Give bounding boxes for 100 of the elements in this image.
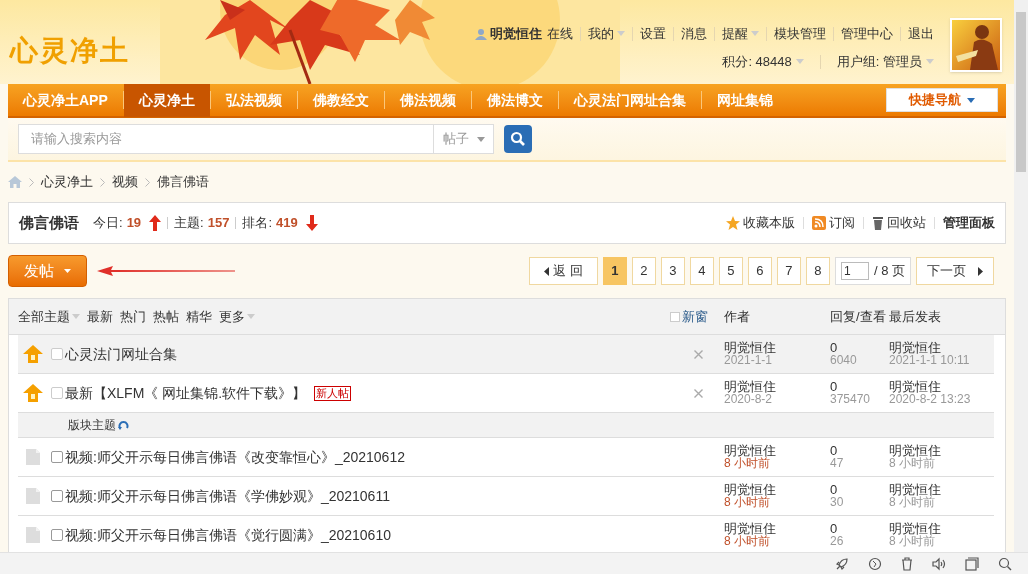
user-group-link[interactable]: 用户组: 管理员: [836, 52, 934, 72]
forum-action-link[interactable]: 收藏本版: [726, 213, 795, 233]
star-icon: [726, 216, 740, 230]
user-menu-link[interactable]: 模块管理: [774, 24, 826, 44]
username-link[interactable]: 明觉恒住: [490, 24, 542, 44]
thread-title-link[interactable]: 最新【XLFM《 网址集锦.软件下载》】: [65, 382, 307, 404]
table-cell-text: 明觉恒住: [889, 341, 942, 354]
back-button[interactable]: 返 回: [529, 257, 598, 285]
document-icon: [23, 487, 43, 505]
breadcrumb-link[interactable]: 视频: [112, 172, 138, 192]
table-cell-text: 明觉恒住: [889, 444, 942, 457]
caret-icon: [477, 136, 485, 142]
table-cell-text: 30: [830, 496, 845, 509]
page-number-link[interactable]: 2: [631, 257, 656, 285]
stat-value: 19: [126, 214, 142, 233]
speaker-icon[interactable]: [932, 556, 946, 571]
user-menu-link[interactable]: 管理中心: [841, 24, 893, 44]
page-number-link[interactable]: 3: [660, 257, 685, 285]
scrollbar[interactable]: [1014, 0, 1028, 552]
filter-link[interactable]: 热帖: [153, 306, 179, 327]
home-icon[interactable]: [8, 176, 22, 188]
caret-icon: [926, 59, 934, 65]
table-cell-text: 0: [830, 380, 839, 393]
table-cell-text: 8 小时前: [889, 496, 935, 509]
user-menu-link[interactable]: 设置: [640, 24, 666, 44]
table-cell-text: 2020-8-2 13:23: [889, 393, 972, 406]
thread-title-link[interactable]: 视频:师父开示每日佛言佛语《改变靠恒心》_20210612: [65, 446, 405, 468]
new-thread-badge: 新人帖: [314, 385, 352, 401]
filter-link[interactable]: 精华: [186, 306, 212, 327]
document-icon: [23, 448, 43, 466]
page-number-link[interactable]: 4: [689, 257, 714, 285]
page-number-link[interactable]: 5: [718, 257, 743, 285]
checkbox[interactable]: [51, 451, 63, 463]
close-icon[interactable]: [694, 388, 703, 398]
thread-title-link[interactable]: 视频:师父开示每日佛言佛语《学佛妙观》_20210611: [65, 485, 390, 507]
table-cell-text: 0: [830, 522, 839, 535]
stat-value: 157: [207, 214, 230, 233]
document-icon: [23, 526, 43, 544]
user-menu-link[interactable]: 消息: [681, 24, 707, 44]
page-input[interactable]: 1: [840, 262, 869, 280]
user-avatar[interactable]: [950, 18, 1002, 72]
window-icon[interactable]: [965, 556, 979, 571]
column-header: 最后发表: [889, 307, 942, 326]
filter-link[interactable]: 最新: [87, 306, 113, 327]
nav-tab[interactable]: 心灵净土: [123, 83, 210, 117]
column-header: 回复/查看: [830, 307, 887, 326]
table-cell-text: 明觉恒住: [724, 522, 777, 535]
checkbox[interactable]: [51, 348, 63, 360]
page-total: / 8 页: [873, 262, 905, 281]
user-menu-link[interactable]: 我的: [588, 24, 625, 44]
thread-title-link[interactable]: 心灵法门网址合集: [65, 343, 177, 365]
next-page-button[interactable]: 下一页: [916, 257, 994, 285]
pin-up-icon: [23, 384, 43, 402]
pin-up-icon: [23, 345, 43, 363]
table-cell-text: 明觉恒住: [724, 380, 777, 393]
table-cell-text: 0: [830, 444, 839, 457]
page-number-link[interactable]: 7: [776, 257, 801, 285]
forum-action-link[interactable]: 管理面板: [943, 213, 995, 233]
chevron-icon: [145, 177, 150, 187]
forum-action-link[interactable]: 订阅: [812, 213, 855, 233]
trash-icon: [872, 216, 884, 230]
filter-link[interactable]: 全部主题: [18, 306, 80, 327]
table-cell-text: 2021-1-1: [724, 354, 773, 367]
chevron-icon: [29, 177, 34, 187]
forum-action-link[interactable]: 回收站: [872, 213, 926, 233]
points-link[interactable]: 积分: 48448: [722, 52, 804, 72]
table-cell-text: 47: [830, 457, 845, 470]
page-number-link[interactable]: 1: [602, 257, 627, 285]
user-menu-link[interactable]: 提醒: [722, 24, 759, 44]
right-triangle-icon: [978, 266, 983, 276]
table-cell-text: 明觉恒住: [724, 341, 777, 354]
stat-label: 主题:: [174, 214, 204, 233]
rss-icon: [812, 216, 826, 230]
checkbox[interactable]: [670, 311, 680, 322]
search-icon[interactable]: [998, 556, 1012, 571]
checkbox[interactable]: [51, 490, 63, 502]
page-number-link[interactable]: 8: [805, 257, 830, 285]
online-status: 在线: [547, 25, 573, 43]
caret-icon: [967, 97, 975, 103]
filter-link[interactable]: 更多: [219, 306, 255, 327]
close-icon[interactable]: [694, 349, 703, 359]
checkbox[interactable]: [51, 529, 63, 541]
table-cell-text: 2021-1-1 10:11: [889, 354, 971, 367]
checkbox[interactable]: [51, 387, 63, 399]
thread-title-link[interactable]: 视频:师父开示每日佛言佛语《觉行圆满》_20210610: [65, 524, 391, 546]
breadcrumb-link[interactable]: 佛言佛语: [157, 172, 209, 192]
table-cell-text: 明觉恒住: [724, 483, 777, 496]
user-menu-link[interactable]: 退出: [908, 24, 934, 44]
rocket-icon[interactable]: [835, 556, 849, 571]
page-number-link[interactable]: 6: [747, 257, 772, 285]
search-button[interactable]: [504, 125, 532, 153]
trash-icon[interactable]: [901, 556, 913, 571]
table-cell-text: 0: [830, 483, 839, 496]
left-triangle-icon: [544, 266, 550, 276]
breadcrumb-link[interactable]: 心灵净土: [41, 172, 93, 192]
table-cell-text: 明觉恒住: [889, 522, 942, 535]
table-cell-text: 2020-8-2: [724, 393, 773, 406]
caret-icon: [795, 59, 804, 65]
quick-nav-button[interactable]: 快捷导航: [886, 88, 998, 112]
filter-link[interactable]: 热门: [120, 306, 146, 327]
